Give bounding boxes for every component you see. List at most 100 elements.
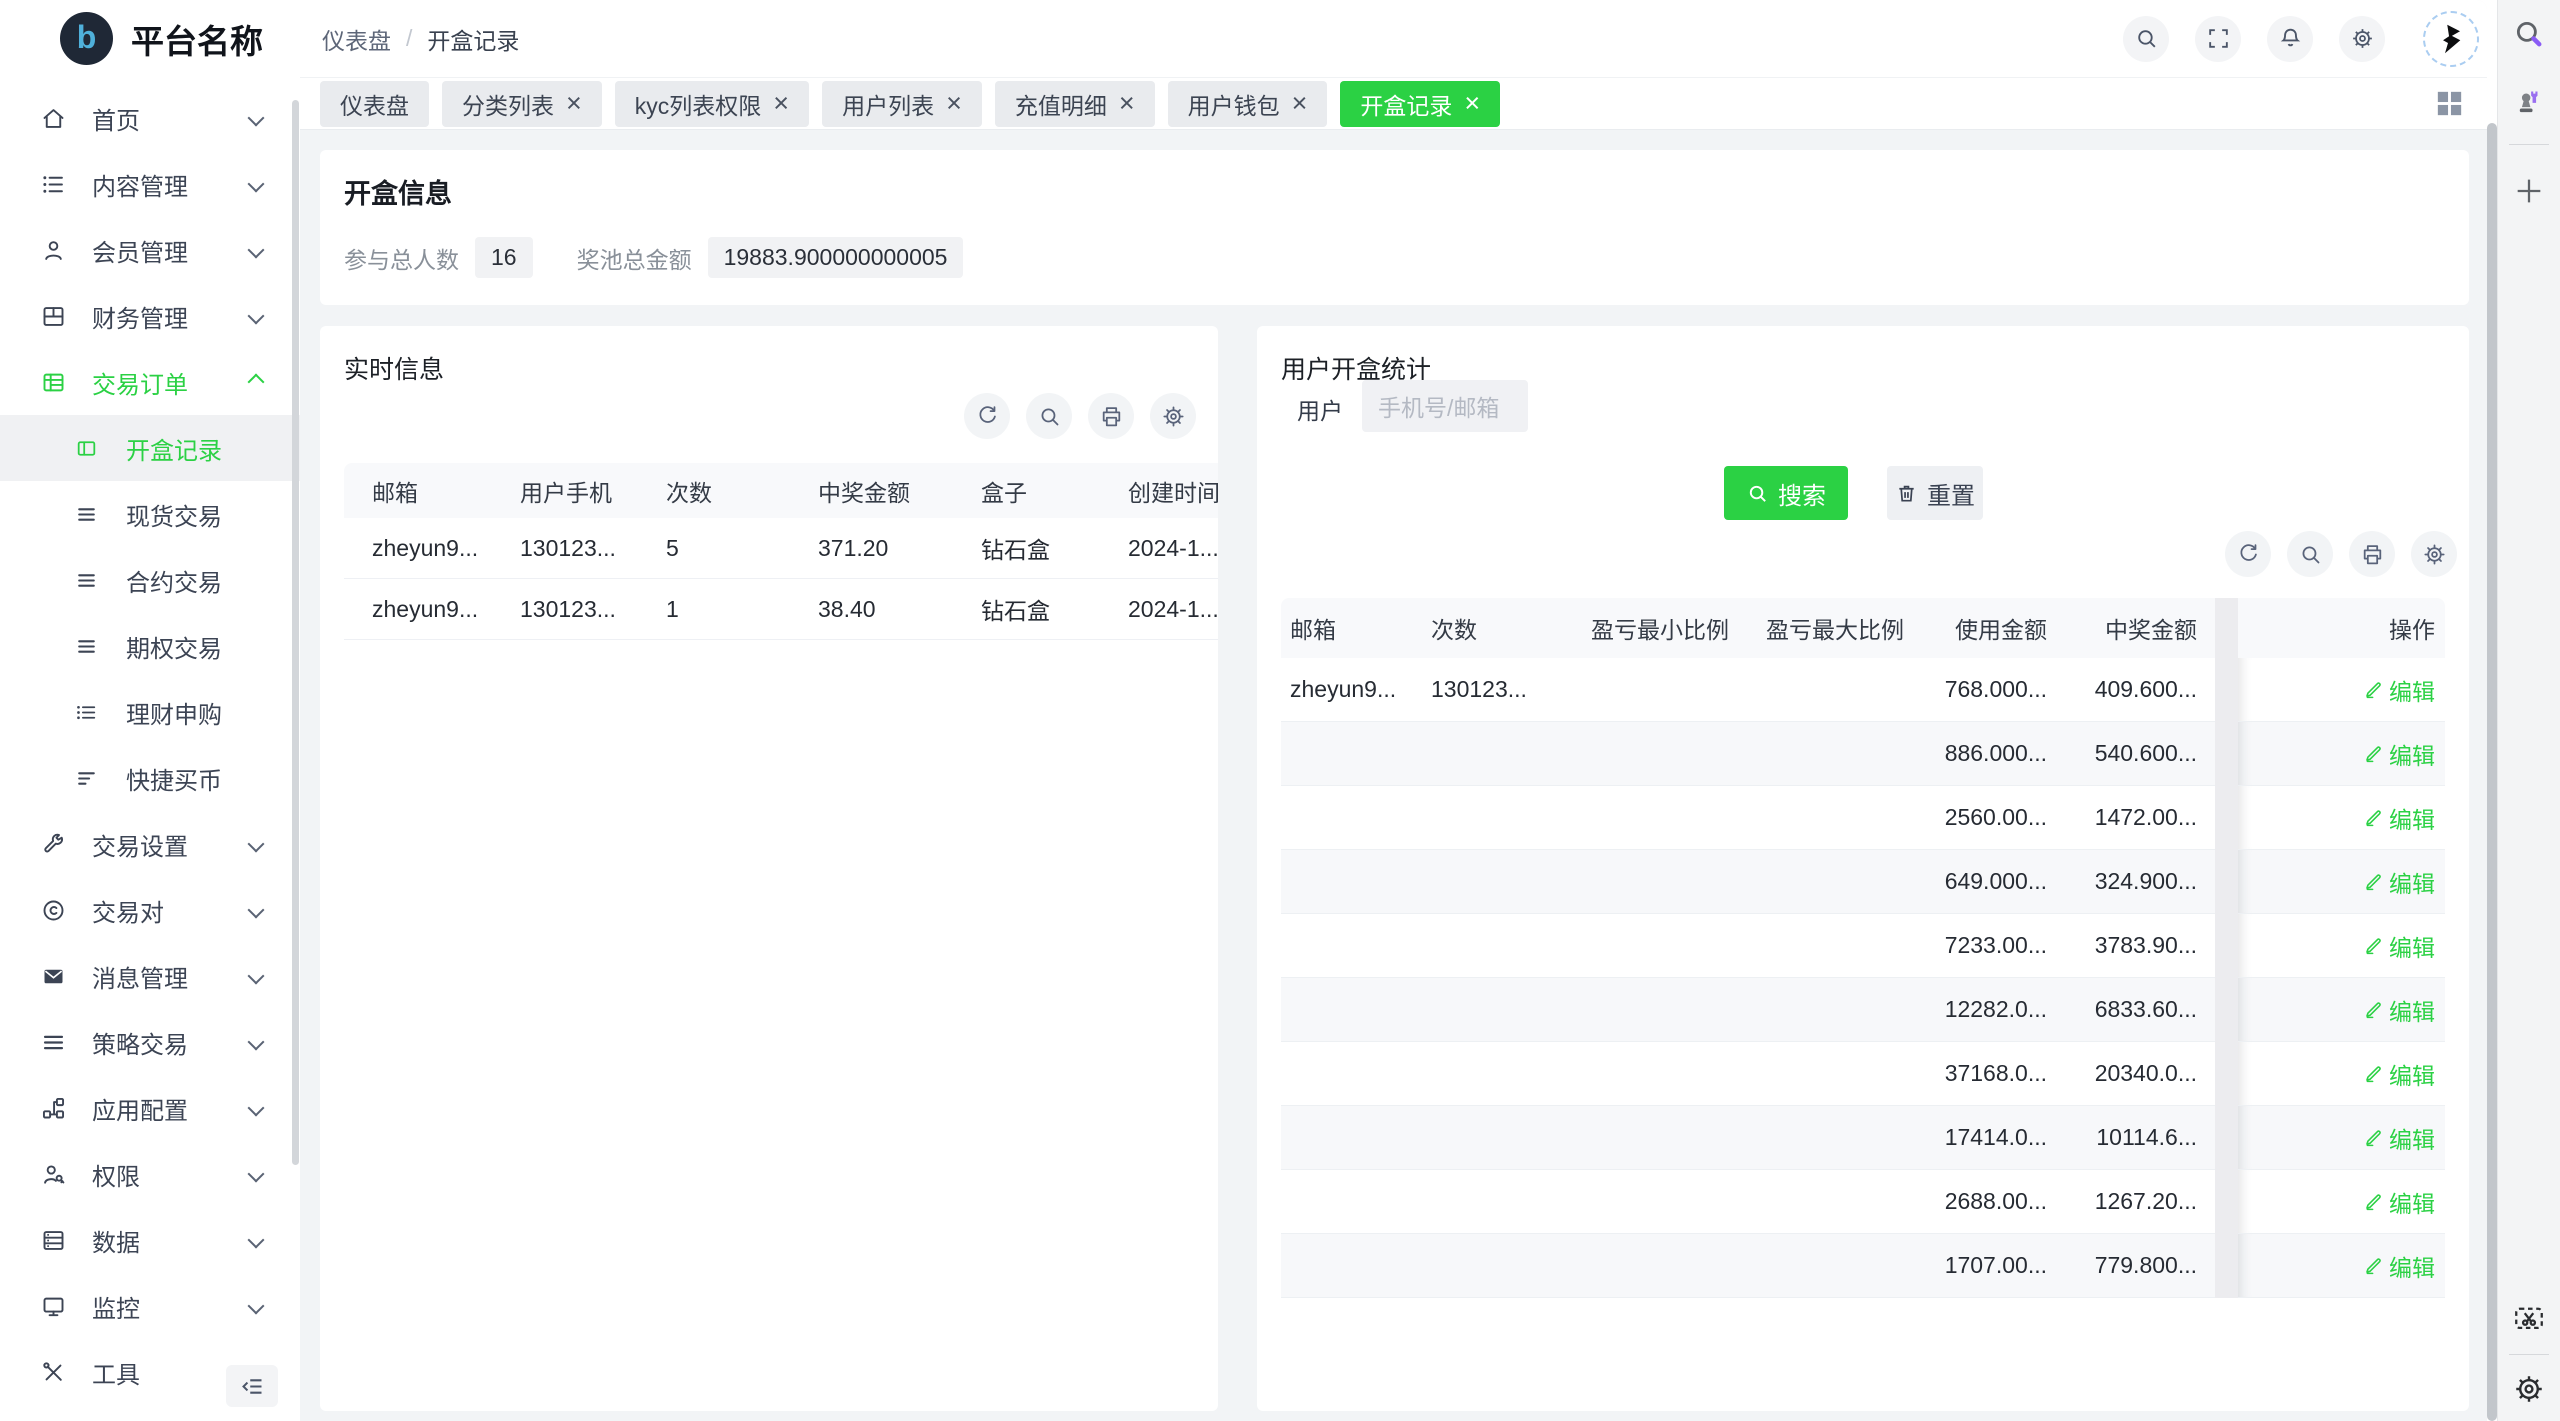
close-icon[interactable]: × — [773, 90, 789, 117]
grid-icon — [2432, 86, 2467, 121]
table-row: 649.000...324.900... 编辑 — [1281, 850, 2445, 914]
close-icon[interactable]: × — [946, 90, 962, 117]
sidebar-item-label: 快捷买币 — [126, 761, 222, 796]
sidebar-item-首页[interactable]: 首页 — [0, 85, 300, 151]
tab-用户钱包[interactable]: 用户钱包× — [1168, 81, 1328, 127]
edit-link[interactable]: 编辑 — [2363, 801, 2435, 835]
browser-search-button[interactable] — [2507, 12, 2551, 56]
search-icon — [1746, 482, 1769, 505]
apps-icon — [40, 1095, 67, 1122]
stat-value-badge: 16 — [475, 237, 533, 278]
screenshot-tool-button[interactable] — [2507, 1296, 2551, 1340]
chess-extension-button[interactable] — [2507, 78, 2551, 122]
edit-link[interactable]: 编辑 — [2363, 1249, 2435, 1283]
sidebar-item-数据[interactable]: 数据 — [0, 1207, 300, 1273]
edit-link[interactable]: 编辑 — [2363, 1121, 2435, 1155]
breadcrumb-item-current: 开盒记录 — [427, 22, 519, 56]
search-button[interactable] — [2123, 16, 2169, 62]
sidebar-item-消息管理[interactable]: 消息管理 — [0, 943, 300, 1009]
column-header: 中奖金额 — [806, 474, 969, 508]
sidebar-item-监控[interactable]: 监控 — [0, 1273, 300, 1339]
sidebar-item-策略交易[interactable]: 策略交易 — [0, 1009, 300, 1075]
tab-分类列表[interactable]: 分类列表× — [442, 81, 602, 127]
refresh-button[interactable] — [2225, 531, 2271, 577]
browser-settings-button[interactable] — [2507, 1367, 2551, 1411]
screen-capture-icon — [2512, 1301, 2546, 1335]
table-scrollbar-gutter[interactable] — [2215, 598, 2238, 1298]
tab-仪表盘[interactable]: 仪表盘 — [320, 81, 429, 127]
copyright-icon — [40, 897, 67, 924]
menu-lines-icon — [74, 634, 99, 659]
close-icon[interactable]: × — [566, 90, 582, 117]
edit-link[interactable]: 编辑 — [2363, 1057, 2435, 1091]
phone-email-input[interactable]: 手机号/邮箱 — [1362, 380, 1528, 432]
collapse-sidebar-button[interactable] — [226, 1365, 278, 1407]
toolbar-divider — [2509, 1354, 2549, 1355]
table-settings-button[interactable] — [1150, 393, 1196, 439]
sidebar-item-label: 财务管理 — [92, 299, 188, 334]
sidebar-item-现货交易[interactable]: 现货交易 — [0, 481, 300, 547]
stat-value-badge: 19883.900000000005 — [708, 237, 964, 278]
sidebar-item-会员管理[interactable]: 会员管理 — [0, 217, 300, 283]
sidebar-scrollbar[interactable] — [292, 100, 299, 1165]
sidebar-item-应用配置[interactable]: 应用配置 — [0, 1075, 300, 1141]
sidebar-item-理财申购[interactable]: 理财申购 — [0, 679, 300, 745]
content-area: 开盒信息 参与总人数 16 奖池总金额 19883.900000000005 实… — [300, 130, 2487, 1421]
tab-label: kyc列表权限 — [635, 87, 762, 121]
edit-link[interactable]: 编辑 — [2363, 737, 2435, 771]
tab-用户列表[interactable]: 用户列表× — [822, 81, 982, 127]
reset-button[interactable]: 重置 — [1887, 466, 1983, 520]
sidebar-item-内容管理[interactable]: 内容管理 — [0, 151, 300, 217]
tab-充值明细[interactable]: 充值明细× — [995, 81, 1155, 127]
edit-link[interactable]: 编辑 — [2363, 1185, 2435, 1219]
cell: 20340.0... — [2056, 1060, 2206, 1087]
sidebar-item-财务管理[interactable]: 财务管理 — [0, 283, 300, 349]
cell: 779.800... — [2056, 1252, 2206, 1279]
close-icon[interactable]: × — [1119, 90, 1135, 117]
close-icon[interactable]: × — [1464, 90, 1480, 117]
search-table-button[interactable] — [2287, 531, 2333, 577]
home-icon — [40, 105, 67, 132]
user-avatar[interactable] — [2423, 11, 2479, 67]
print-button[interactable] — [1088, 393, 1134, 439]
page-scrollbar[interactable] — [2487, 123, 2497, 1421]
sidebar-item-开盒记录[interactable]: 开盒记录 — [0, 415, 300, 481]
edit-link[interactable]: 编辑 — [2363, 865, 2435, 899]
table-settings-button[interactable] — [2411, 531, 2457, 577]
search-submit-button[interactable]: 搜索 — [1724, 466, 1848, 520]
reset-button-label: 重置 — [1927, 476, 1975, 511]
chevron-down-icon — [248, 110, 265, 127]
notifications-button[interactable] — [2267, 16, 2313, 62]
edit-link[interactable]: 编辑 — [2363, 673, 2435, 707]
table-row: 7233.00...3783.90... 编辑 — [1281, 914, 2445, 978]
chevron-down-icon — [248, 902, 265, 919]
edit-link[interactable]: 编辑 — [2363, 929, 2435, 963]
table-row: zheyun9...130123...768.000...409.600... … — [1281, 658, 2445, 722]
fullscreen-button[interactable] — [2195, 16, 2241, 62]
tab-kyc列表权限[interactable]: kyc列表权限 × — [615, 81, 809, 127]
print-button[interactable] — [2349, 531, 2395, 577]
edit-label: 编辑 — [2389, 1121, 2435, 1155]
search-table-button[interactable] — [1026, 393, 1072, 439]
tab-开盒记录[interactable]: 开盒记录× — [1340, 81, 1500, 127]
strategy-icon — [40, 1029, 67, 1056]
tab-options-button[interactable] — [2432, 86, 2467, 121]
table-toolbar — [964, 393, 1196, 439]
settings-button[interactable] — [2339, 16, 2385, 62]
breadcrumb-item[interactable]: 仪表盘 — [322, 22, 391, 56]
sidebar-item-权限[interactable]: 权限 — [0, 1141, 300, 1207]
sidebar-item-交易设置[interactable]: 交易设置 — [0, 811, 300, 877]
sidebar-item-快捷买币[interactable]: 快捷买币 — [0, 745, 300, 811]
sidebar-item-合约交易[interactable]: 合约交易 — [0, 547, 300, 613]
sidebar-item-期权交易[interactable]: 期权交易 — [0, 613, 300, 679]
member-icon — [40, 237, 67, 264]
sidebar-item-交易订单[interactable]: 交易订单 — [0, 349, 300, 415]
chevron-down-icon — [248, 1034, 265, 1051]
cell: 324.900... — [2056, 868, 2206, 895]
edit-link[interactable]: 编辑 — [2363, 993, 2435, 1027]
sidebar-item-交易对[interactable]: 交易对 — [0, 877, 300, 943]
add-extension-button[interactable] — [2507, 169, 2551, 213]
close-icon[interactable]: × — [1292, 90, 1308, 117]
refresh-button[interactable] — [964, 393, 1010, 439]
actions-cell: 编辑 — [2238, 1170, 2445, 1233]
